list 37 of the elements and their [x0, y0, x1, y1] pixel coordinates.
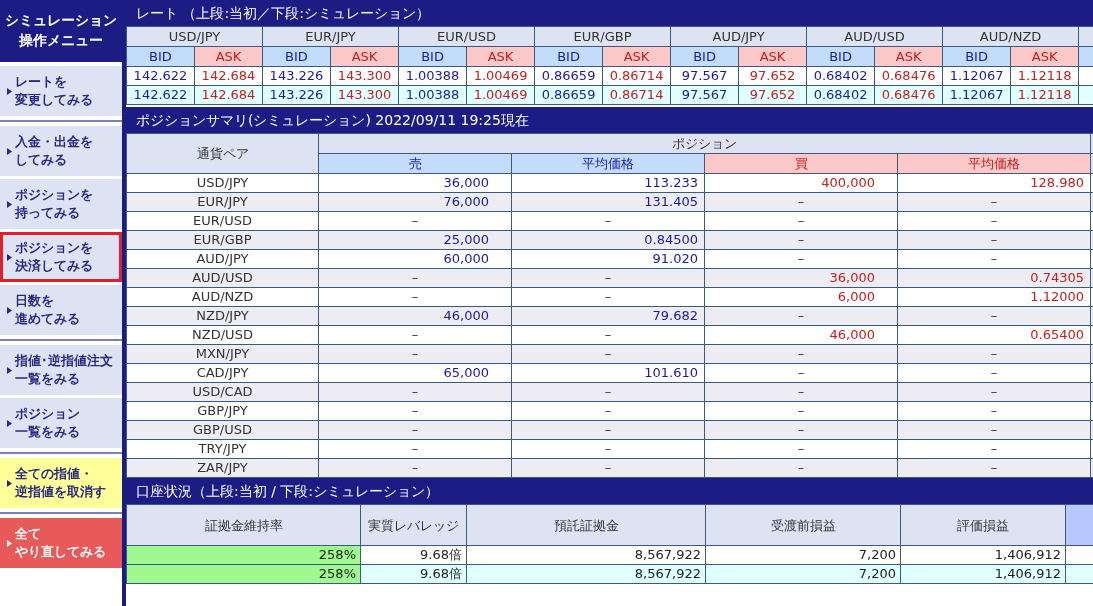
menu-title: シミュレーション: [5, 11, 117, 30]
column-header: USD/JPY: [126, 26, 263, 47]
menu-item[interactable]: 入金・出金を してみる: [0, 126, 122, 176]
section-title: ポジションサマリ(シミュレーション) 2022/09/11 19:25現在: [126, 107, 1093, 133]
section-title: 口座状況（上段:当初 / 下段:シミュレーション）: [126, 478, 1093, 504]
column-header: AUD/USD: [806, 26, 943, 47]
triangle-icon: [7, 366, 12, 374]
triangle-icon: [7, 539, 12, 547]
triangle-icon: [7, 87, 12, 95]
triangle-icon: [7, 419, 12, 427]
column-header: 評価損益: [900, 504, 1066, 546]
menu-title: 操作メニュー: [19, 31, 103, 50]
column-header: AUD/NZD: [942, 26, 1079, 47]
section-title: レート （上段:当初／下段:シミュレーション）: [126, 0, 1093, 26]
menu-item[interactable]: 日数を 進めてみる: [0, 285, 122, 335]
column-header: EUR/JPY: [262, 26, 399, 47]
menu-item[interactable]: ポジションを 持ってみる: [0, 179, 122, 229]
menu-item[interactable]: ポジション 一覧をみる: [0, 398, 122, 448]
triangle-icon: [7, 200, 12, 208]
column-header: 受渡前損益: [705, 504, 901, 546]
triangle-icon: [7, 479, 12, 487]
column-header: AUD/JPY: [670, 26, 807, 47]
column-header: 実質レバレッジ: [360, 504, 467, 546]
column-header: 通貨ペア: [126, 133, 319, 174]
triangle-icon: [7, 306, 12, 314]
menu-item[interactable]: レートを 変更してみる: [0, 66, 122, 116]
column-header: BID: [126, 46, 195, 67]
triangle-icon: [7, 147, 12, 155]
menu-item[interactable]: ポジションを 決済してみる: [0, 232, 122, 282]
column-header: 預託証拠金: [466, 504, 706, 546]
column-header: EUR/GBP: [534, 26, 671, 47]
column-header: EUR/USD: [398, 26, 535, 47]
menu-item[interactable]: 全ての指値・ 逆指値を取消す: [0, 458, 122, 508]
menu-item[interactable]: 指値･逆指値注文 一覧をみる: [0, 345, 122, 395]
column-header: 証拠金維持率: [126, 504, 361, 546]
column-header: ポジション: [318, 133, 1091, 154]
triangle-icon: [7, 253, 12, 261]
